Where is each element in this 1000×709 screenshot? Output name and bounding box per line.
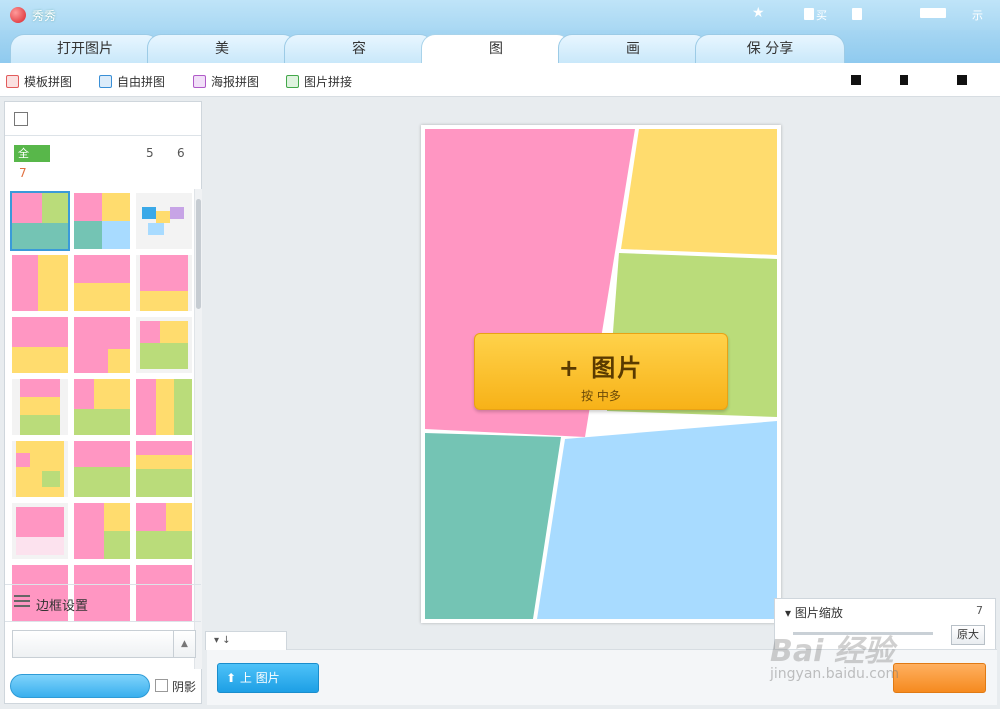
cell-blue: [537, 421, 777, 619]
title-bar: 秀秀 ★ 买 示: [0, 0, 1000, 30]
shadow-label: 阴影: [172, 680, 197, 694]
template-thumb[interactable]: [12, 441, 68, 497]
app-title: 秀秀: [32, 9, 57, 23]
template-thumb[interactable]: [74, 193, 130, 249]
image-stitch-label: 图片拼接: [304, 74, 353, 89]
upload-icon: ⬆: [226, 671, 237, 685]
template-thumb[interactable]: [74, 317, 130, 373]
watermark: Bai 经验 jingyan.baidu.com: [770, 618, 998, 688]
filter-5[interactable]: 5: [146, 146, 154, 160]
zoom-value: 7: [976, 604, 983, 617]
template-collage-label: 模板拼图: [24, 74, 73, 89]
add-images-button[interactable]: + 图片 按 中多: [474, 333, 728, 410]
buy-icon: [804, 8, 814, 20]
template-thumb[interactable]: [74, 441, 130, 497]
upload-label: 上 图片: [239, 671, 280, 685]
app-logo-icon: [10, 7, 26, 23]
watermark-url: jingyan.baidu.com: [770, 666, 900, 682]
filter-7[interactable]: 7: [19, 166, 27, 180]
chevron-up-icon[interactable]: ▲: [173, 631, 195, 657]
free-collage-icon: [99, 74, 112, 88]
image-stitch-button[interactable]: 图片拼接: [286, 73, 352, 89]
border-settings-section[interactable]: 边框设置: [5, 584, 201, 622]
shadow-checkbox[interactable]: [155, 679, 168, 692]
user-area-icon[interactable]: [920, 8, 946, 18]
toolbar-right-icon-3[interactable]: [957, 75, 967, 85]
template-thumb[interactable]: [10, 191, 70, 251]
main-tabs: 打开图片 美 容 图 画 保 分享: [0, 30, 1000, 63]
watermark-logo: Bai 经验: [770, 634, 894, 669]
template-thumb[interactable]: [12, 503, 68, 559]
border-settings-label: 边框设置: [36, 599, 89, 614]
toolbar-right-icon-1[interactable]: [851, 75, 861, 85]
toolbar-right-icon-2[interactable]: [900, 75, 908, 85]
template-panel: 全 5 6 7 边框设置 ▲ 阴影: [4, 101, 202, 704]
star-icon[interactable]: ★: [752, 5, 765, 21]
template-thumb[interactable]: [136, 317, 192, 373]
template-panel-header: [5, 102, 201, 136]
template-thumb[interactable]: [74, 379, 130, 435]
tab-draw[interactable]: 画: [558, 34, 708, 63]
collage-mode-toolbar: 模板拼图 自由拼图 海报拼图 图片拼接: [0, 63, 1000, 97]
titlebar-buy-link[interactable]: 买: [816, 7, 827, 23]
image-stitch-icon: [286, 74, 299, 88]
add-images-label: + 图片: [558, 354, 644, 382]
template-thumb[interactable]: [12, 379, 68, 435]
template-thumb[interactable]: [136, 441, 192, 497]
cell-teal: [425, 433, 561, 619]
template-thumb[interactable]: [74, 255, 130, 311]
template-collage-button[interactable]: 模板拼图: [6, 73, 72, 89]
template-collage-icon: [6, 74, 19, 88]
template-thumb[interactable]: [136, 193, 192, 249]
border-style-dropdown[interactable]: ▲: [12, 630, 196, 658]
template-list-icon: [14, 112, 28, 126]
filter-6[interactable]: 6: [177, 146, 185, 160]
upload-images-button[interactable]: ⬆ 上 图片: [217, 663, 319, 693]
template-thumb[interactable]: [136, 255, 192, 311]
template-thumb[interactable]: [136, 379, 192, 435]
poster-collage-label: 海报拼图: [211, 74, 260, 89]
add-images-hint: 按 中多: [581, 389, 621, 403]
template-scrollbar-thumb[interactable]: [196, 199, 201, 309]
phone-icon[interactable]: [852, 8, 862, 20]
free-collage-label: 自由拼图: [117, 74, 166, 89]
template-thumb[interactable]: [136, 503, 192, 559]
template-thumb[interactable]: [74, 503, 130, 559]
template-count-filters: 全 5 6 7: [5, 140, 201, 186]
tab-save-share[interactable]: 保 分享: [695, 34, 845, 63]
poster-collage-button[interactable]: 海报拼图: [193, 73, 259, 89]
tab-collage[interactable]: 图: [421, 34, 571, 63]
settings-sliders-icon: [14, 595, 30, 609]
filter-all[interactable]: 全: [14, 145, 50, 162]
image-list-tab[interactable]: ▾ ↓: [205, 631, 287, 650]
tab-beauty[interactable]: 容: [284, 34, 434, 63]
template-thumb[interactable]: [12, 317, 68, 373]
titlebar-display-link[interactable]: 示: [972, 7, 983, 23]
border-width-slider[interactable]: [10, 674, 150, 698]
tab-beautify[interactable]: 美: [147, 34, 297, 63]
cell-yellow: [621, 129, 777, 255]
tab-open-image[interactable]: 打开图片: [10, 34, 160, 63]
poster-collage-icon: [193, 74, 206, 88]
free-collage-button[interactable]: 自由拼图: [99, 73, 165, 89]
template-thumb[interactable]: [12, 255, 68, 311]
